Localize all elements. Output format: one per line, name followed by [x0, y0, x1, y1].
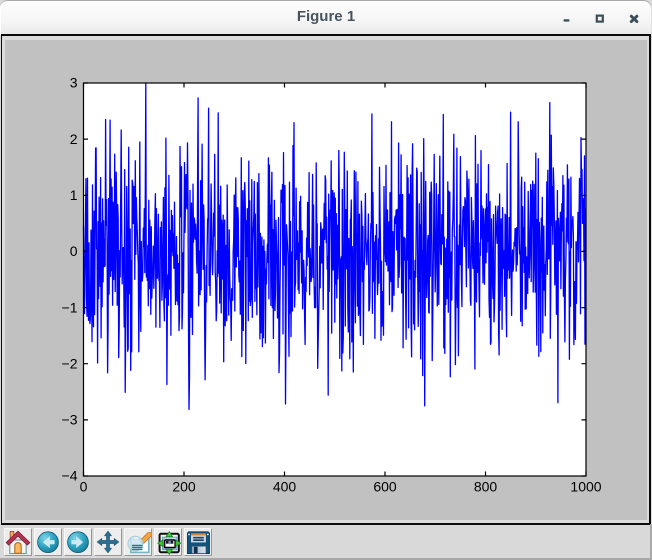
svg-text:2: 2 [70, 131, 78, 147]
svg-text:800: 800 [474, 479, 498, 495]
svg-text:1: 1 [70, 187, 78, 203]
svg-text:−4: −4 [62, 468, 78, 484]
svg-text:0: 0 [70, 243, 78, 259]
svg-text:0: 0 [80, 479, 88, 495]
svg-text:1000: 1000 [570, 479, 601, 495]
svg-text:600: 600 [373, 479, 397, 495]
svg-text:−3: −3 [62, 412, 78, 428]
svg-text:400: 400 [273, 479, 297, 495]
svg-text:−2: −2 [62, 355, 78, 371]
svg-text:200: 200 [172, 479, 196, 495]
svg-text:−1: −1 [62, 299, 78, 315]
svg-text:3: 3 [70, 75, 78, 91]
